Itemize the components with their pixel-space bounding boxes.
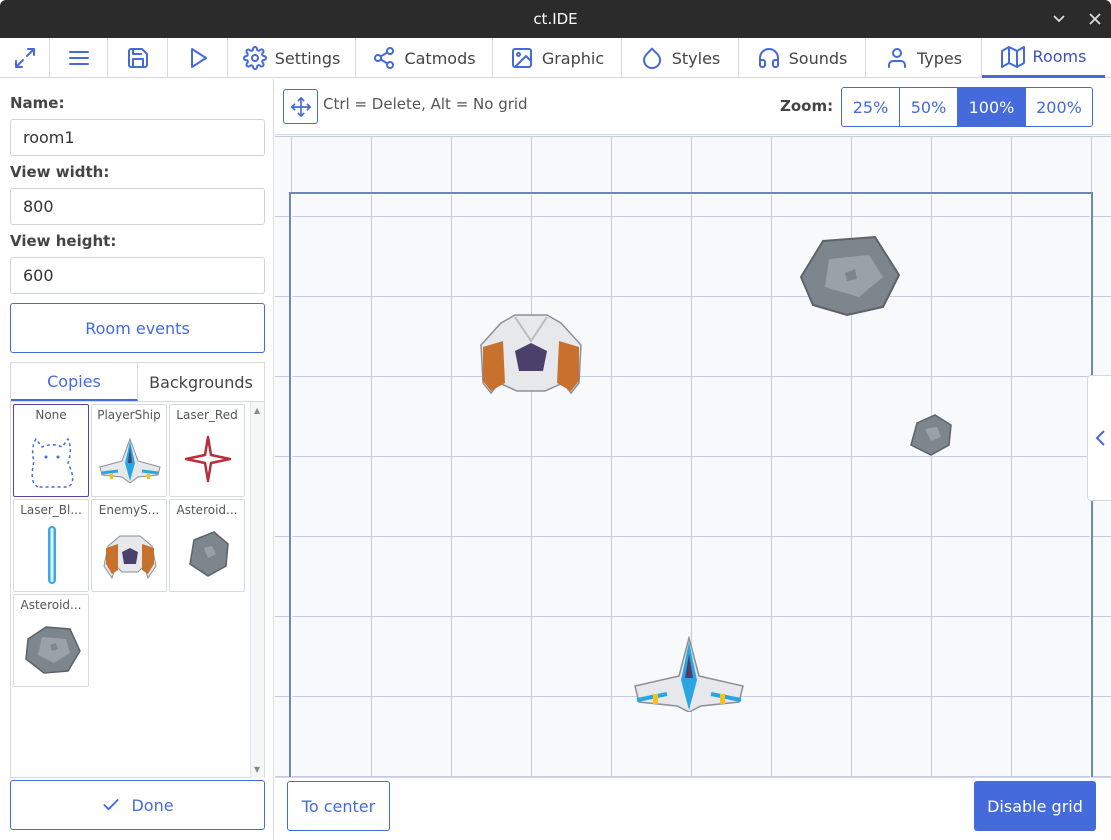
window-titlebar: ct.IDE [0, 0, 1111, 38]
tab-label: Rooms [1032, 47, 1087, 66]
copy-name: Asteroid... [176, 503, 238, 517]
red-laser-icon [184, 435, 232, 483]
player-ship-icon [99, 437, 161, 484]
image-icon [511, 48, 532, 68]
tab-catmods[interactable]: Catmods [356, 38, 493, 78]
done-button[interactable]: Done [10, 780, 265, 830]
copy-tile-playership[interactable]: PlayerShip [91, 404, 167, 497]
zoom-100-button[interactable]: 100% [958, 88, 1026, 126]
name-field[interactable]: room1 [10, 119, 265, 156]
copies-list: None PlayerShip Laser_Red Laser_Bl... En… [10, 402, 265, 778]
run-button[interactable] [168, 38, 228, 78]
tab-label: Settings [274, 48, 341, 68]
view-width-label: View width: [10, 163, 110, 181]
scroll-up-icon[interactable]: ▲ [254, 406, 260, 415]
asteroid-small-icon [189, 531, 229, 577]
view-height-field[interactable]: 600 [10, 257, 265, 294]
save-icon [127, 48, 148, 68]
chevron-down-icon[interactable] [1044, 0, 1074, 38]
fullscreen-button[interactable] [0, 38, 50, 78]
asteroid-small-instance[interactable] [909, 413, 953, 457]
scroll-down-icon[interactable]: ▼ [254, 765, 260, 774]
room-toolbar: Ctrl = Delete, Alt = No grid Zoom: 25% 5… [275, 79, 1111, 135]
copies-scrollbar[interactable]: ▲ ▼ [250, 402, 264, 778]
copy-name: PlayerShip [97, 408, 161, 422]
copy-tile-asteroid-small[interactable]: Asteroid... [169, 499, 245, 592]
tab-rooms[interactable]: Rooms [982, 38, 1105, 78]
room-events-button[interactable]: Room events [10, 303, 265, 353]
tab-backgrounds[interactable]: Backgrounds [138, 363, 264, 401]
menu-button[interactable] [50, 38, 108, 78]
tab-graphic[interactable]: Graphic [493, 38, 622, 78]
room-canvas[interactable] [275, 136, 1111, 796]
enemy-ship-instance[interactable] [479, 311, 583, 397]
map-icon [1000, 45, 1025, 68]
to-center-button[interactable]: To center [287, 781, 390, 831]
user-icon [887, 48, 906, 68]
copy-name: None [35, 408, 67, 422]
zoom-50-button[interactable]: 50% [900, 88, 958, 126]
copy-name: Laser_Red [176, 408, 238, 422]
save-button[interactable] [108, 38, 168, 78]
tab-copies[interactable]: Copies [11, 363, 138, 401]
room-properties-panel: Name: room1 View width: 800 View height:… [0, 79, 274, 840]
gear-icon [242, 46, 267, 70]
tab-label: Styles [671, 48, 721, 68]
copy-name: Asteroid... [20, 598, 82, 612]
disable-grid-button[interactable]: Disable grid [974, 781, 1096, 831]
tab-settings[interactable]: Settings [228, 38, 356, 78]
headphones-icon [758, 48, 779, 68]
copy-tile-none[interactable]: None [13, 404, 89, 497]
droplet-icon [642, 47, 661, 69]
tab-label: Catmods [404, 48, 476, 68]
copy-name: Laser_Bl... [20, 503, 82, 517]
copies-backgrounds-tabs: Copies Backgrounds [10, 362, 265, 402]
zoom-25-button[interactable]: 25% [842, 88, 900, 126]
tab-label: Sounds [788, 48, 848, 68]
window-title: ct.IDE [533, 10, 578, 28]
name-label: Name: [10, 94, 65, 112]
copy-tile-asteroid-big[interactable]: Asteroid... [13, 594, 89, 687]
enemy-ship-icon [103, 535, 157, 580]
room-bottombar: To center Disable grid [275, 777, 1111, 840]
copy-tile-enemyship[interactable]: EnemyS... [91, 499, 167, 592]
view-width-field[interactable]: 800 [10, 188, 265, 225]
copy-name: EnemyS... [98, 503, 160, 517]
zoom-label: Zoom: [780, 97, 834, 115]
tab-label: Graphic [541, 48, 605, 68]
done-label: Done [131, 795, 174, 815]
tab-label: Types [916, 48, 963, 68]
menu-icon [68, 51, 89, 65]
main-tabbar: Settings Catmods Graphic Styles Sounds T… [0, 38, 1111, 78]
keyboard-hint: Ctrl = Delete, Alt = No grid [323, 95, 528, 113]
copy-tile-laser-blue[interactable]: Laser_Bl... [13, 499, 89, 592]
tab-styles[interactable]: Styles [622, 38, 739, 78]
blue-laser-icon [48, 526, 56, 584]
zoom-selector: 25% 50% 100% 200% [841, 87, 1093, 127]
close-icon[interactable] [1080, 0, 1110, 38]
side-panel-toggle[interactable] [1087, 375, 1111, 501]
expand-icon [14, 48, 35, 68]
share-icon [374, 47, 395, 69]
chevron-left-icon [1095, 430, 1105, 446]
asteroid-big-icon [25, 626, 81, 674]
copy-tile-laser-red[interactable]: Laser_Red [169, 404, 245, 497]
move-icon [290, 96, 311, 117]
check-icon [103, 799, 120, 811]
asteroid-big-instance[interactable] [799, 233, 903, 319]
tab-sounds[interactable]: Sounds [739, 38, 866, 78]
player-ship-instance[interactable] [633, 636, 745, 712]
tab-types[interactable]: Types [866, 38, 982, 78]
play-icon [190, 48, 207, 68]
ghost-cat-icon [31, 437, 74, 488]
view-height-label: View height: [10, 232, 117, 250]
move-tool-button[interactable] [283, 89, 318, 124]
room-editor: Ctrl = Delete, Alt = No grid Zoom: 25% 5… [275, 79, 1111, 840]
zoom-200-button[interactable]: 200% [1026, 88, 1092, 126]
